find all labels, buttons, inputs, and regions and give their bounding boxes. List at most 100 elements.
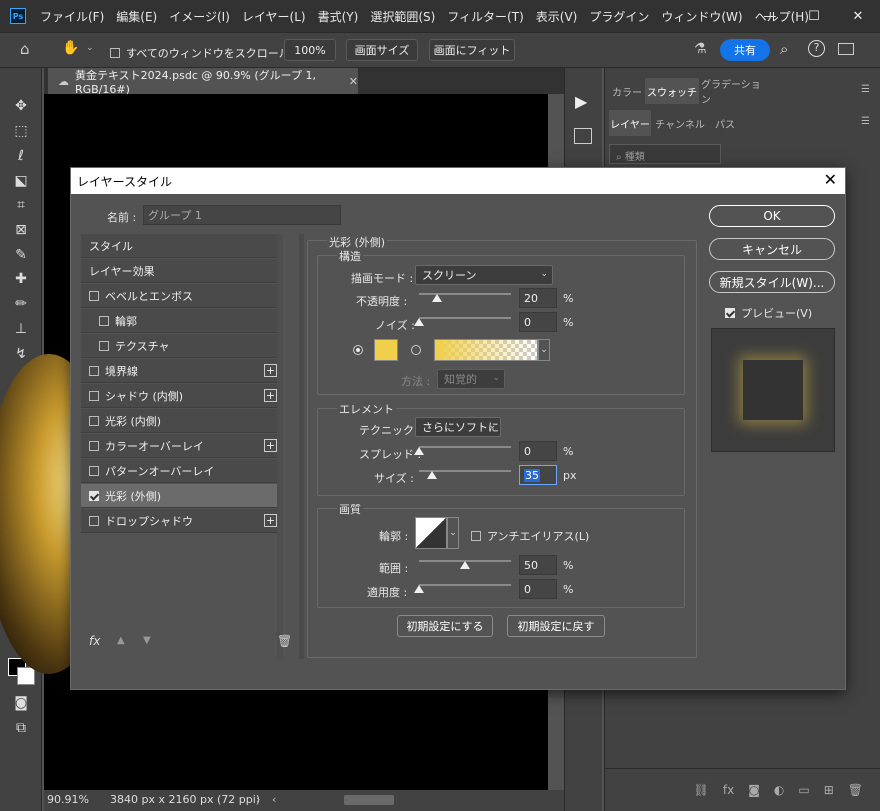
- folder-icon[interactable]: ▭: [798, 783, 809, 797]
- screen-mode-icon[interactable]: ⧉: [10, 717, 32, 739]
- add-icon[interactable]: +: [264, 364, 277, 377]
- link-icon[interactable]: ⛓: [694, 783, 709, 797]
- checkbox-icon[interactable]: [89, 390, 99, 401]
- menu-select[interactable]: 選択範囲(S): [364, 8, 441, 25]
- move-up-icon[interactable]: ▲: [117, 635, 125, 646]
- checkbox-icon[interactable]: [99, 315, 109, 326]
- fx-icon[interactable]: fx: [89, 634, 100, 648]
- opacity-slider[interactable]: [419, 290, 511, 302]
- tab-swatches[interactable]: スウォッチ: [645, 78, 699, 104]
- fx-icon[interactable]: fx: [723, 783, 734, 797]
- close-window-button[interactable]: ✕: [836, 0, 880, 32]
- layer-filter-select[interactable]: ⌕ 種類: [609, 144, 721, 164]
- cancel-button[interactable]: キャンセル: [709, 238, 835, 260]
- object-select-icon[interactable]: ⬕: [10, 170, 32, 192]
- tab-color[interactable]: カラー: [609, 78, 645, 104]
- style-item-effects[interactable]: レイヤー効果: [81, 259, 283, 283]
- help-icon[interactable]: ?: [808, 40, 825, 57]
- tab-paths[interactable]: パス: [709, 110, 741, 136]
- scroll-left-icon[interactable]: ‹: [272, 793, 276, 806]
- checkbox-icon[interactable]: [89, 415, 99, 426]
- checkbox-checked-icon[interactable]: [725, 308, 735, 318]
- size-input[interactable]: 35: [519, 465, 557, 485]
- name-field[interactable]: グループ 1: [143, 205, 341, 225]
- style-item-texture[interactable]: テクスチャ: [81, 334, 283, 358]
- flask-icon[interactable]: ⚗: [694, 41, 707, 57]
- play-icon[interactable]: ▶: [575, 92, 587, 111]
- method-select[interactable]: 知覚的 ⌄: [437, 369, 505, 389]
- chevron-down-icon[interactable]: ⌄: [86, 43, 94, 53]
- checkbox-icon[interactable]: [89, 365, 99, 376]
- range-slider[interactable]: [419, 557, 511, 569]
- adjustment-icon[interactable]: ◐: [774, 783, 784, 797]
- add-icon[interactable]: +: [264, 514, 277, 527]
- checkbox-icon[interactable]: [89, 290, 99, 301]
- healing-brush-icon[interactable]: ✚: [10, 268, 32, 290]
- range-input[interactable]: 50: [519, 555, 557, 575]
- jitter-slider[interactable]: [414, 581, 511, 593]
- style-item-color-overlay[interactable]: カラーオーバーレイ +: [81, 434, 283, 458]
- style-item-drop-shadow[interactable]: ドロップシャドウ +: [81, 509, 283, 533]
- style-item-outer-glow[interactable]: 光彩 (外側): [81, 484, 283, 508]
- spread-input[interactable]: 0: [519, 441, 557, 461]
- marquee-tool-icon[interactable]: ⬚: [10, 120, 32, 142]
- noise-input[interactable]: 0: [519, 312, 557, 332]
- reset-default-button[interactable]: 初期設定に戻す: [507, 615, 605, 637]
- crop-tool-icon[interactable]: ⌗: [10, 194, 32, 216]
- fit-screen-button[interactable]: 画面サイズ: [346, 39, 418, 61]
- checkbox-icon[interactable]: [89, 440, 99, 451]
- noise-slider[interactable]: [414, 314, 511, 326]
- contour-preview[interactable]: [415, 517, 447, 549]
- gradient-radio[interactable]: [411, 345, 421, 355]
- eyedropper-icon[interactable]: ✎: [10, 244, 32, 266]
- style-item-pattern-overlay[interactable]: パターンオーバーレイ: [81, 459, 283, 483]
- spread-slider[interactable]: [414, 443, 511, 455]
- zoom-readout[interactable]: 90.91%: [47, 793, 89, 806]
- menu-filter[interactable]: フィルター(T): [441, 8, 529, 25]
- style-item-stroke[interactable]: 境界線 +: [81, 359, 283, 383]
- panel-menu-icon[interactable]: ☰: [861, 116, 870, 127]
- fill-screen-button[interactable]: 画面にフィット: [429, 39, 515, 61]
- checkbox-checked-icon[interactable]: [89, 490, 99, 501]
- chevron-down-icon[interactable]: ⌄: [447, 517, 459, 549]
- checkbox-icon[interactable]: [471, 531, 481, 541]
- tab-gradients[interactable]: グラデーション: [701, 78, 767, 106]
- status-arrow-icon[interactable]: ›: [256, 793, 260, 806]
- style-item-styles[interactable]: スタイル: [81, 234, 283, 258]
- chevron-down-icon[interactable]: ⌄: [538, 339, 550, 361]
- new-style-button[interactable]: 新規スタイル(W)...: [709, 271, 835, 293]
- menu-type[interactable]: 書式(Y): [312, 8, 365, 25]
- workspace-icon[interactable]: [838, 43, 854, 55]
- size-slider[interactable]: [419, 467, 511, 479]
- color-radio[interactable]: [353, 345, 363, 355]
- trash-icon[interactable]: 🗑: [277, 634, 292, 648]
- technique-select[interactable]: さらにソフトに ⌄: [415, 417, 501, 437]
- home-icon[interactable]: ⌂: [20, 40, 30, 58]
- menu-edit[interactable]: 編集(E): [110, 8, 163, 25]
- menu-plugins[interactable]: プラグイン: [583, 8, 655, 25]
- maximize-button[interactable]: ☐: [792, 0, 836, 32]
- glow-color-swatch[interactable]: [374, 339, 398, 361]
- style-item-bevel[interactable]: ベベルとエンボス: [81, 284, 283, 308]
- stamp-tool-icon[interactable]: ⊥: [10, 318, 32, 340]
- menu-view[interactable]: 表示(V): [530, 8, 584, 25]
- style-list-scrollbar[interactable]: [277, 234, 283, 659]
- tab-layers[interactable]: レイヤー: [609, 110, 651, 136]
- move-tool-icon[interactable]: ✥: [10, 95, 32, 117]
- jitter-input[interactable]: 0: [519, 579, 557, 599]
- minimize-button[interactable]: —: [748, 0, 792, 32]
- share-button[interactable]: 共有: [720, 39, 770, 61]
- blend-mode-select[interactable]: スクリーン ⌄: [415, 265, 553, 285]
- preview-checkbox[interactable]: プレビュー(V): [725, 305, 812, 321]
- checkbox-icon[interactable]: [89, 465, 99, 476]
- menu-file[interactable]: ファイル(F): [34, 8, 110, 25]
- zoom-100-button[interactable]: 100%: [284, 39, 336, 61]
- menu-layer[interactable]: レイヤー(L): [236, 8, 312, 25]
- menu-image[interactable]: イメージ(I): [163, 8, 236, 25]
- lasso-tool-icon[interactable]: ℓ: [10, 145, 32, 167]
- trash-icon[interactable]: 🗑: [848, 783, 863, 797]
- antialias-checkbox[interactable]: アンチエイリアス(L): [471, 528, 589, 544]
- add-icon[interactable]: +: [264, 389, 277, 402]
- close-icon[interactable]: ✕: [824, 170, 837, 189]
- hand-tool-icon[interactable]: ✋: [62, 40, 79, 56]
